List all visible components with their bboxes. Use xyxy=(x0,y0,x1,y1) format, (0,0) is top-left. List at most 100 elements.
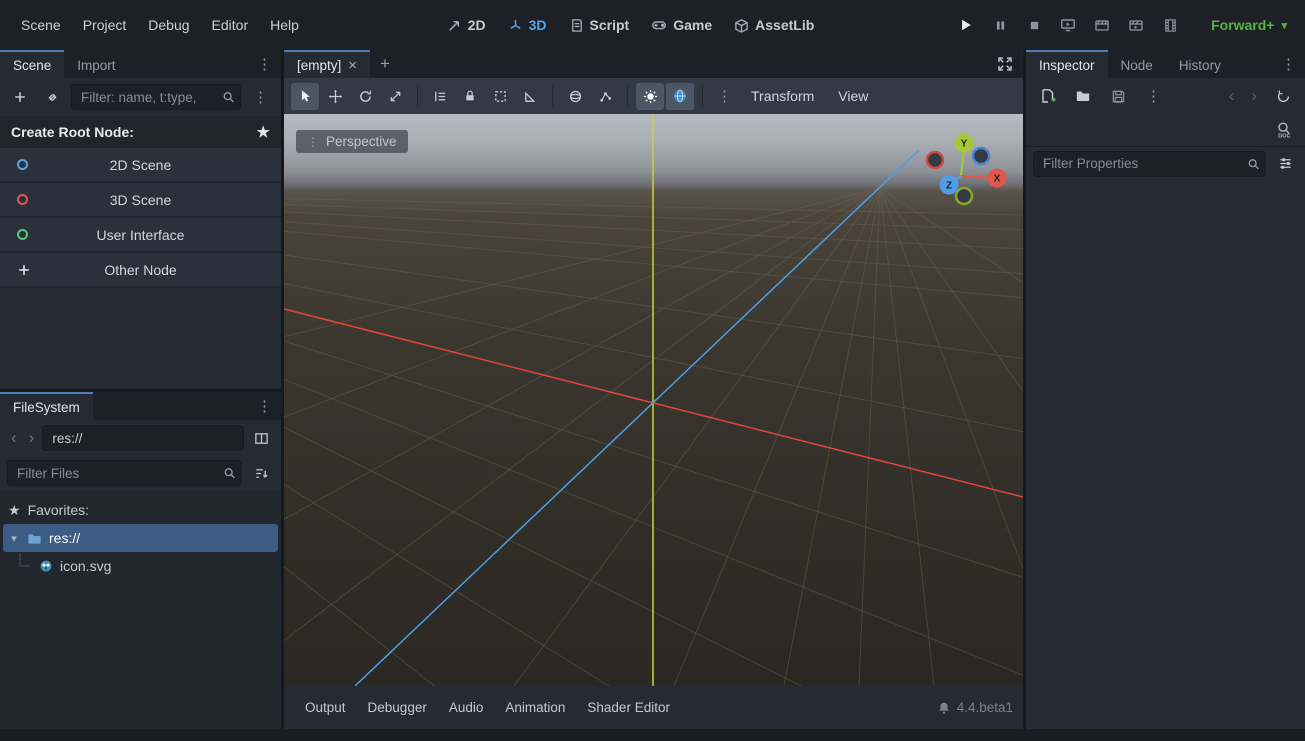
workspace-script-button[interactable]: Script xyxy=(558,9,641,41)
pause-button[interactable] xyxy=(985,11,1015,39)
renderer-label: Forward+ xyxy=(1211,17,1274,33)
chevron-down-icon[interactable]: ▾ xyxy=(8,532,20,545)
panel-debugger[interactable]: Debugger xyxy=(357,694,438,721)
stop-button[interactable] xyxy=(1019,11,1049,39)
gizmo-neg-y-ball xyxy=(956,188,972,204)
tab-filesystem[interactable]: FileSystem xyxy=(0,392,93,420)
3d-viewport[interactable]: ⋮ Perspective Y X Z xyxy=(284,114,1023,686)
remote-debug-icon[interactable] xyxy=(1053,11,1083,39)
panel-animation[interactable]: Animation xyxy=(494,694,576,721)
move-tool-button[interactable] xyxy=(321,83,349,110)
bell-icon[interactable] xyxy=(937,701,951,715)
scene-toolbar-menu-icon[interactable]: ⋮ xyxy=(247,88,274,106)
movie-maker-icon[interactable] xyxy=(1155,11,1185,39)
history-back-icon[interactable]: ‹ xyxy=(1225,86,1239,106)
expand-viewport-icon[interactable] xyxy=(987,56,1023,72)
new-resource-button[interactable] xyxy=(1035,83,1061,109)
scale-tool-button[interactable] xyxy=(381,83,409,110)
tree-item-res[interactable]: ▾ res:// xyxy=(3,524,278,552)
menu-editor[interactable]: Editor xyxy=(201,10,260,40)
play-button[interactable] xyxy=(951,11,981,39)
panel-audio[interactable]: Audio xyxy=(438,694,495,721)
main-area: Scene Import ⋮ ⋮ Create Root Node: ★ xyxy=(0,50,1305,729)
tab-history[interactable]: History xyxy=(1166,50,1234,78)
view-menu[interactable]: View xyxy=(827,88,879,104)
scene-dock: Scene Import ⋮ ⋮ Create Root Node: ★ xyxy=(0,50,281,389)
folder-icon xyxy=(27,531,42,546)
sort-files-icon[interactable] xyxy=(248,460,274,486)
menu-debug[interactable]: Debug xyxy=(137,10,200,40)
rotate-tool-button[interactable] xyxy=(351,83,379,110)
tree-branch-line xyxy=(14,553,32,579)
option-2d-scene[interactable]: 2D Scene xyxy=(0,148,281,181)
scene-tab-empty[interactable]: [empty] × xyxy=(284,50,370,78)
tree-item-icon-svg[interactable]: icon.svg xyxy=(0,552,281,580)
current-path-input[interactable] xyxy=(42,425,244,451)
toggle-split-mode-button[interactable] xyxy=(248,425,274,451)
manage-properties-icon[interactable] xyxy=(1272,151,1298,177)
scene-dock-menu-icon[interactable]: ⋮ xyxy=(248,55,281,73)
group-icon[interactable] xyxy=(486,83,514,110)
sun-icon[interactable] xyxy=(636,83,664,110)
filter-properties-input[interactable] xyxy=(1033,151,1266,177)
filter-files-input[interactable] xyxy=(7,460,242,486)
viewport-toolbar: ⋮ Transform View xyxy=(284,78,1023,114)
option-label: Other Node xyxy=(104,262,176,278)
menu-help[interactable]: Help xyxy=(259,10,310,40)
tab-node[interactable]: Node xyxy=(1108,50,1166,78)
instance-scene-button[interactable] xyxy=(39,84,65,110)
tab-inspector[interactable]: Inspector xyxy=(1026,50,1108,78)
scene-filter-input[interactable] xyxy=(71,84,241,110)
assetlib-icon xyxy=(734,18,749,33)
workspace-3d-label: 3D xyxy=(529,17,547,33)
viewport-menu-icon[interactable]: ⋮ xyxy=(711,87,738,105)
search-docs-icon[interactable]: DOC xyxy=(1271,117,1297,143)
filesystem-menu-icon[interactable]: ⋮ xyxy=(248,397,281,415)
transform-menu[interactable]: Transform xyxy=(740,88,825,104)
scene-dock-empty xyxy=(0,288,281,389)
close-icon[interactable]: × xyxy=(348,57,357,74)
perspective-menu[interactable]: ⋮ Perspective xyxy=(296,130,408,153)
option-user-interface[interactable]: User Interface xyxy=(0,218,281,251)
menu-scene[interactable]: Scene xyxy=(10,10,72,40)
new-scene-tab-button[interactable]: + xyxy=(370,54,400,74)
nav-back-icon[interactable]: ‹ xyxy=(7,428,21,448)
menu-project[interactable]: Project xyxy=(72,10,138,40)
version-area: 4.4.beta1 xyxy=(937,700,1013,715)
select-tool-button[interactable] xyxy=(291,83,319,110)
local-space-icon[interactable] xyxy=(561,83,589,110)
add-node-button[interactable] xyxy=(7,84,33,110)
tab-import[interactable]: Import xyxy=(64,50,128,78)
view-gizmo[interactable]: Y X Z xyxy=(911,124,1011,224)
scene-tab-bar: [empty] × + xyxy=(284,50,1023,78)
option-3d-scene[interactable]: 3D Scene xyxy=(0,183,281,216)
play-custom-scene-icon[interactable] xyxy=(1121,11,1151,39)
snap-icon[interactable] xyxy=(591,83,619,110)
selectable-list-icon[interactable] xyxy=(426,83,454,110)
root-node-options: 2D Scene 3D Scene User Interface Other N… xyxy=(0,148,281,288)
ruler-icon[interactable] xyxy=(516,83,544,110)
tab-scene[interactable]: Scene xyxy=(0,50,64,78)
favorites-row[interactable]: ★ Favorites: xyxy=(0,496,281,524)
workspace-2d-button[interactable]: 2D xyxy=(436,9,497,41)
option-other-node[interactable]: Other Node xyxy=(0,253,281,286)
resource-menu-icon[interactable]: ⋮ xyxy=(1140,87,1167,105)
workspace-assetlib-label: AssetLib xyxy=(755,17,814,33)
workspace-3d-button[interactable]: 3D xyxy=(497,9,558,41)
lock-icon[interactable] xyxy=(456,83,484,110)
panel-shader-editor[interactable]: Shader Editor xyxy=(576,694,681,721)
environment-globe-icon[interactable] xyxy=(666,83,694,110)
inspector-menu-icon[interactable]: ⋮ xyxy=(1272,55,1305,73)
save-button[interactable] xyxy=(1105,83,1131,109)
favorites-star-icon[interactable]: ★ xyxy=(257,123,270,141)
history-forward-icon[interactable]: › xyxy=(1247,86,1261,106)
load-resource-button[interactable] xyxy=(1070,83,1096,109)
nav-forward-icon[interactable]: › xyxy=(25,428,39,448)
renderer-dropdown[interactable]: Forward+ ▾ xyxy=(1203,13,1295,37)
workspace-game-button[interactable]: Game xyxy=(640,9,723,41)
play-scene-icon[interactable] xyxy=(1087,11,1117,39)
script-icon xyxy=(569,18,584,33)
workspace-assetlib-button[interactable]: AssetLib xyxy=(723,9,825,41)
panel-output[interactable]: Output xyxy=(294,694,357,721)
object-history-icon[interactable] xyxy=(1270,83,1296,109)
